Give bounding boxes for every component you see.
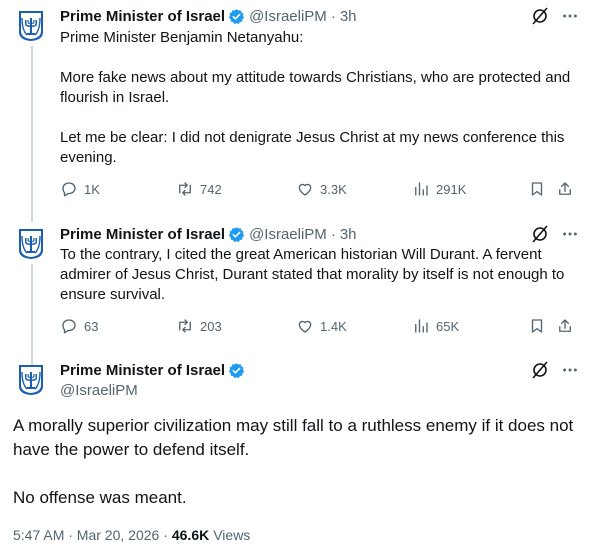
more-icon[interactable] [560,224,580,244]
tweet-paragraph: More fake news about my attitude towards… [60,69,571,106]
tweet-paragraph: A morally superior civilization may stil… [13,416,574,459]
main-tweet: Prime Minister of Israel @IsraeliPM A mo… [0,350,594,555]
repost-button[interactable]: 742 [176,180,222,198]
main-author-row: Prime Minister of Israel [60,360,580,380]
tweet-actions: 1K 742 3.3K 291K [60,180,580,200]
tweet-actions: 63 203 1.4K 65K [60,317,580,337]
views-total: 46.6K [171,527,210,543]
share-icon [559,319,571,332]
verified-badge-icon[interactable] [228,8,245,25]
repost-count: 742 [200,181,222,197]
repost-button[interactable]: 203 [176,317,222,335]
views-icon [415,319,428,333]
more-icon[interactable] [560,360,580,380]
views-count: 291K [436,181,467,197]
israel-emblem-icon[interactable] [18,364,44,396]
repost-icon [179,182,191,196]
tweet-time[interactable]: 3h [340,226,357,243]
reply-button[interactable]: 63 [60,317,98,335]
israel-emblem-icon[interactable] [18,10,44,42]
reply-icon [62,319,76,334]
bookmark-button[interactable] [528,317,546,335]
bookmark-icon [531,182,543,196]
timestamp[interactable]: 5:47 AM · Mar 20, 2026 · [13,527,168,543]
repost-icon [179,319,191,333]
tweet-header: Prime Minister of Israel @IsraeliPM · 3h [60,224,580,244]
israel-emblem-icon[interactable] [18,228,44,260]
tweet-text: To the contrary, I cited the great Ameri… [60,245,580,305]
author-name[interactable]: Prime Minister of Israel [60,8,225,25]
like-button[interactable]: 3.3K [296,180,347,198]
tweet-meta: 5:47 AM · Mar 20, 2026 · 46.6K Views [13,527,250,543]
views-button[interactable]: 291K [412,180,466,198]
author-name[interactable]: Prime Minister of Israel [60,362,225,379]
tweet-text: Prime Minister Benjamin Netanyahu: More … [60,28,580,168]
author-handle[interactable]: @IsraeliPM [249,226,327,243]
views-icon [415,182,428,196]
share-button[interactable] [556,317,574,335]
reply-count: 63 [84,318,99,334]
grok-icon[interactable] [530,6,550,26]
thread-connector-line [31,46,33,222]
like-count: 1.4K [320,318,347,334]
tweet-paragraph: Prime Minister Benjamin Netanyahu: [60,29,304,46]
reply-count: 1K [84,181,100,197]
views-count: 65K [436,318,460,334]
separator-dot: · [330,7,336,25]
like-icon [298,320,312,333]
like-count: 3.3K [320,181,347,197]
more-icon[interactable] [560,6,580,26]
repost-count: 203 [200,318,222,334]
verified-badge-icon[interactable] [228,362,245,379]
like-icon [298,183,312,196]
author-handle[interactable]: @IsraeliPM [60,382,138,399]
grok-icon[interactable] [530,360,550,380]
share-icon [559,182,571,195]
verified-badge-icon[interactable] [228,226,245,243]
thread-tweet-2[interactable]: Prime Minister of Israel @IsraeliPM · 3h… [0,214,594,368]
reply-icon [62,182,76,197]
author-name[interactable]: Prime Minister of Israel [60,226,225,243]
like-button[interactable]: 1.4K [296,317,347,335]
bookmark-button[interactable] [528,180,546,198]
views-button[interactable]: 65K [412,317,459,335]
tweet-paragraph: Let me be clear: I did not denigrate Jes… [60,129,565,166]
reply-button[interactable]: 1K [60,180,100,198]
author-handle[interactable]: @IsraeliPM [249,8,327,25]
share-button[interactable] [556,180,574,198]
main-tweet-text: A morally superior civilization may stil… [13,414,580,510]
thread-tweet-1[interactable]: Prime Minister of Israel @IsraeliPM · 3h… [0,0,594,222]
tweet-paragraph: No offense was meant. [13,488,187,507]
grok-icon[interactable] [530,224,550,244]
separator-dot: · [330,225,336,243]
views-label: Views [213,527,251,543]
tweet-time[interactable]: 3h [340,8,357,25]
tweet-header: Prime Minister of Israel @IsraeliPM · 3h [60,6,580,26]
tweet-paragraph: To the contrary, I cited the great Ameri… [60,246,565,303]
bookmark-icon [531,319,543,333]
